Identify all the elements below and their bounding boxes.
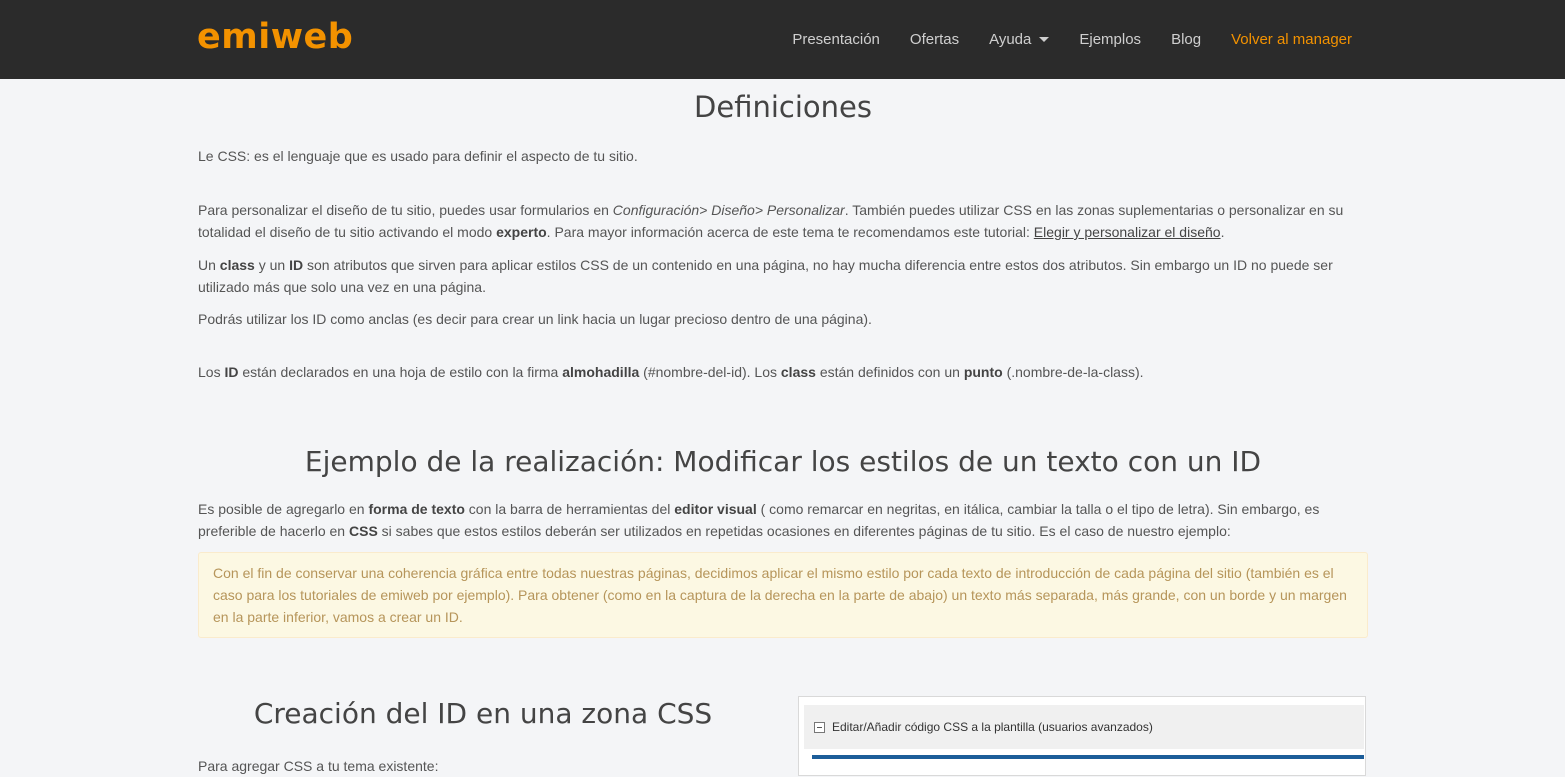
class-id-paragraph: Un class y un ID son atributos que sirve… — [198, 257, 1333, 295]
logo-part-web: web — [270, 17, 354, 57]
personalize-paragraph: Para personalizar el diseño de tu sitio,… — [198, 202, 1344, 240]
nav-ayuda-dropdown[interactable]: Ayuda — [989, 31, 1050, 48]
creation-section: Creación del ID en una zona CSS Para agr… — [198, 696, 1368, 776]
caret-down-icon — [1039, 37, 1050, 42]
example-title: Ejemplo de la realización: Modificar los… — [304, 445, 1262, 478]
top-navbar: emiweb Presentación Ofertas Ayuda Ejempl… — [0, 0, 1565, 79]
creation-intro-text: Para agregar CSS a tu tema existente: — [198, 758, 439, 774]
nav-ayuda-label: Ayuda — [989, 31, 1032, 48]
tutorial-link[interactable]: Elegir y personalizar el diseño — [1034, 224, 1221, 240]
css-editor-header[interactable]: Editar/Añadir código CSS a la plantilla … — [804, 705, 1364, 749]
css-definition-paragraph: Le CSS: es el lenguaje que es usado para… — [198, 148, 638, 164]
css-editor-screenshot: Editar/Añadir código CSS a la plantilla … — [798, 696, 1366, 776]
declaration-paragraph: Los ID están declarados en una hoja de e… — [198, 364, 1144, 380]
editor-top-border — [812, 755, 1364, 759]
nav-presentacion[interactable]: Presentación — [792, 31, 880, 48]
example-notice-box: Con el fin de conservar una coherencia g… — [198, 552, 1368, 638]
creation-title: Creación del ID en una zona CSS — [253, 697, 713, 730]
nav-ofertas[interactable]: Ofertas — [910, 31, 959, 48]
example-paragraph: Es posible de agregarlo en forma de text… — [198, 501, 1320, 539]
nav-blog[interactable]: Blog — [1171, 31, 1201, 48]
anchors-paragraph: Podrás utilizar los ID como anclas (es d… — [198, 311, 872, 327]
nav-volver-manager[interactable]: Volver al manager — [1231, 31, 1352, 48]
main-content: Definiciones Le CSS: es el lenguaje que … — [198, 80, 1368, 638]
main-nav: Presentación Ofertas Ayuda Ejemplos Blog… — [792, 0, 1352, 79]
definiciones-title: Definiciones — [694, 90, 872, 124]
css-editor-label: Editar/Añadir código CSS a la plantilla … — [832, 720, 1153, 734]
logo-part-emi: emi — [197, 17, 271, 57]
emiweb-logo[interactable]: emiweb — [197, 16, 353, 58]
collapse-icon[interactable] — [814, 721, 825, 733]
nav-ejemplos[interactable]: Ejemplos — [1079, 31, 1141, 48]
